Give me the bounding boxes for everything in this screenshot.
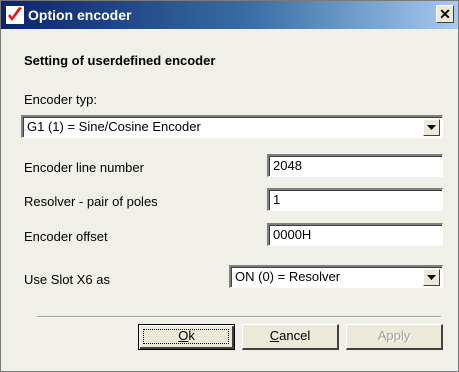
slot-x6-select[interactable]: ON (0) = Resolver	[229, 265, 443, 288]
slot-x6-dropdown-button[interactable]	[423, 269, 440, 286]
chevron-down-icon	[427, 125, 436, 130]
option-encoder-dialog: Option encoder ✕ Setting of userdefined …	[0, 0, 459, 372]
separator-line	[37, 316, 441, 318]
chevron-down-icon	[427, 275, 436, 280]
window-title: Option encoder	[28, 7, 132, 23]
slot-x6-label: Use Slot X6 as	[24, 272, 110, 287]
line-number-label: Encoder line number	[24, 160, 144, 175]
encoder-type-select[interactable]: G1 (1) = Sine/Cosine Encoder	[21, 115, 443, 138]
ok-button[interactable]: Ok	[138, 324, 235, 350]
close-icon: ✕	[439, 6, 451, 22]
encoder-type-label: Encoder typ:	[24, 92, 97, 107]
apply-label: Apply	[377, 328, 411, 343]
focus-rectangle	[143, 329, 229, 344]
dialog-content: Setting of userdefined encoder Encoder t…	[1, 29, 458, 371]
pole-pairs-label: Resolver - pair of poles	[24, 194, 158, 209]
apply-button[interactable]: Apply	[346, 324, 443, 350]
section-heading: Setting of userdefined encoder	[24, 53, 216, 68]
encoder-type-dropdown-button[interactable]	[423, 119, 440, 136]
slot-x6-value: ON (0) = Resolver	[235, 269, 341, 284]
close-button[interactable]: ✕	[436, 5, 454, 23]
encoder-type-value: G1 (1) = Sine/Cosine Encoder	[27, 119, 201, 134]
line-number-input[interactable]: 2048	[267, 154, 443, 177]
cancel-button[interactable]: Cancel	[242, 324, 339, 350]
encoder-offset-label: Encoder offset	[24, 229, 108, 244]
pole-pairs-input[interactable]: 1	[267, 188, 443, 211]
checkmark-icon	[6, 6, 24, 24]
encoder-offset-input[interactable]: 0000H	[267, 223, 443, 246]
title-bar[interactable]: Option encoder ✕	[1, 1, 458, 29]
cancel-mnemonic: C	[269, 328, 280, 343]
cancel-label-rest: ancel	[279, 328, 311, 343]
